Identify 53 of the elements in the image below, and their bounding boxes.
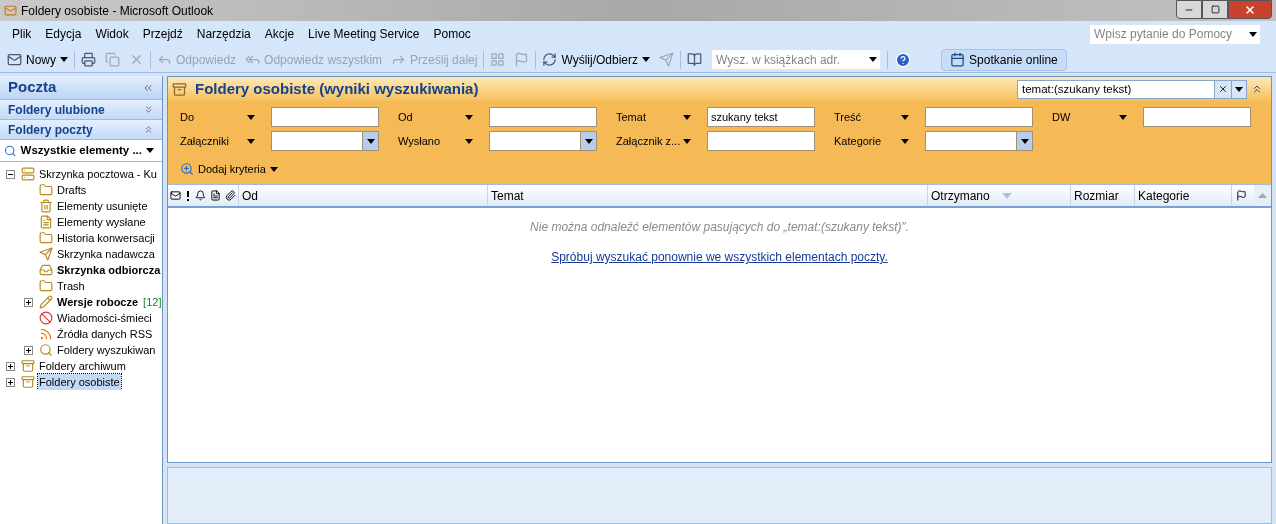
column-header[interactable]: Rozmiar bbox=[1070, 185, 1134, 206]
sidebar-section-header[interactable]: Foldery ulubione bbox=[0, 100, 162, 120]
search-field[interactable]: temat:(szukany tekst) bbox=[1017, 79, 1215, 99]
pane-title: Foldery osobiste (wyniki wyszukiwania) bbox=[195, 78, 479, 99]
column-header[interactable]: Temat bbox=[487, 185, 927, 206]
folder-item[interactable]: Trash bbox=[56, 277, 86, 295]
criteria-label[interactable]: Do bbox=[180, 107, 257, 127]
criteria-field[interactable]: szukany tekst bbox=[707, 107, 815, 127]
folder-item[interactable]: Skrzynka odbiorcza bbox=[56, 261, 162, 279]
toolbar-button[interactable]: Wyślij/Odbierz bbox=[539, 49, 654, 70]
unread-count: [12] bbox=[143, 294, 162, 310]
view-selector[interactable]: Wszystkie elementy ... bbox=[0, 140, 162, 162]
menu-item[interactable]: Live Meeting Service bbox=[308, 25, 420, 43]
column-header[interactable]: Od bbox=[238, 185, 487, 206]
add-criteria-button[interactable]: Dodaj kryteria bbox=[180, 160, 278, 178]
folder-item[interactable]: Drafts bbox=[56, 181, 88, 199]
folder-item[interactable]: Elementy wysłane bbox=[56, 213, 147, 231]
folder-item[interactable]: Historia konwersacji bbox=[56, 229, 156, 247]
criteria-label[interactable]: Temat bbox=[616, 107, 693, 127]
criteria-label[interactable]: Wysłano bbox=[398, 131, 475, 151]
window-title: Foldery osobiste - Microsoft Outlook bbox=[21, 2, 214, 20]
folder-item[interactable]: Wiadomości-śmieci bbox=[56, 309, 153, 327]
online-meeting-button[interactable]: Spotkanie online bbox=[941, 48, 1067, 71]
folder-item[interactable]: Wersje robocze bbox=[56, 293, 140, 311]
retry-search-link[interactable]: Spróbuj wyszukać ponownie we wszystkich elementach poczty. bbox=[551, 248, 888, 266]
menu-item[interactable]: Pomoc bbox=[433, 25, 471, 43]
sidebar-section-header[interactable]: Foldery poczty bbox=[0, 120, 162, 140]
criteria-label[interactable]: Kategorie bbox=[834, 131, 911, 151]
criteria-label[interactable]: Załączniki bbox=[180, 131, 257, 151]
criteria-label[interactable]: Od bbox=[398, 107, 475, 127]
menu-item[interactable]: Plik bbox=[12, 25, 32, 43]
criteria-label[interactable]: DW bbox=[1052, 107, 1129, 127]
address-search-field[interactable]: Wysz. w książkach adr. bbox=[712, 50, 867, 69]
column-header[interactable]: Kategorie bbox=[1134, 185, 1231, 206]
column-header[interactable]: Otrzymano bbox=[927, 185, 1070, 206]
help-field[interactable]: Wpisz pytanie do Pomocy bbox=[1090, 24, 1246, 44]
menu-item[interactable]: Przejdź bbox=[142, 25, 183, 43]
folder-item[interactable]: Foldery osobiste bbox=[38, 373, 121, 390]
folder-item[interactable]: Elementy usunięte bbox=[56, 197, 149, 215]
menu-item[interactable]: Narzędzia bbox=[196, 25, 251, 43]
sidebar-title: Poczta bbox=[8, 77, 57, 98]
folder-item[interactable]: Foldery archiwum bbox=[38, 357, 127, 375]
folder-item[interactable]: Foldery wyszukiwan bbox=[56, 341, 157, 359]
menu-item[interactable]: Akcje bbox=[264, 25, 295, 43]
criteria-label[interactable]: Treść bbox=[834, 107, 911, 127]
folder-item[interactable]: Skrzynka pocztowa - Ku bbox=[38, 165, 158, 183]
folder-item[interactable]: Źródła danych RSS bbox=[56, 325, 154, 343]
menu-item[interactable]: Widok bbox=[95, 25, 129, 43]
menu-item[interactable]: Edycja bbox=[45, 25, 82, 43]
empty-message: Nie można odnaleźć elementów pasujących do „temat:(szukany tekst)”. bbox=[530, 219, 909, 236]
folder-item[interactable]: Skrzynka nadawcza bbox=[56, 245, 156, 263]
criteria-label[interactable]: Załącznik z... bbox=[616, 131, 693, 151]
toolbar-button[interactable]: Nowy bbox=[4, 49, 71, 70]
